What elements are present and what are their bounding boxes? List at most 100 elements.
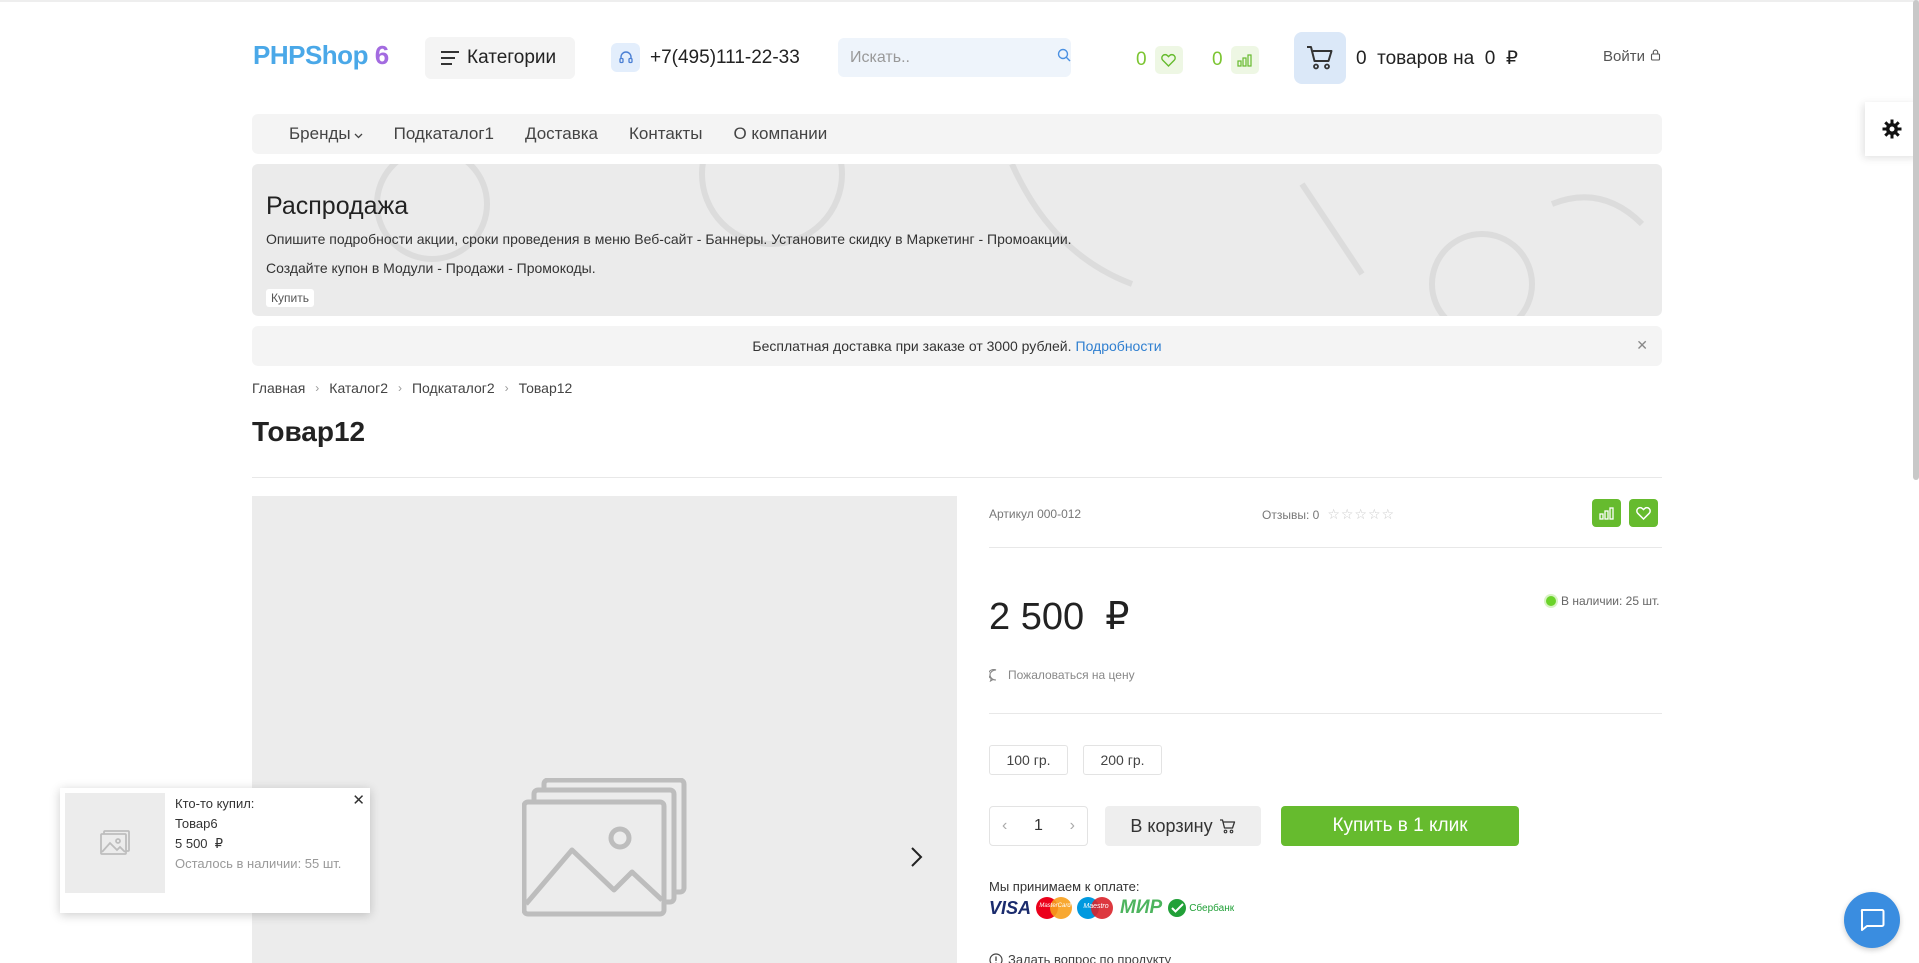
ask-question-label: Задать вопрос по продукту — [1008, 952, 1172, 963]
popup-heading: Кто-то купил: — [175, 796, 255, 811]
buy-one-click-button[interactable]: Купить в 1 клик — [1281, 806, 1519, 846]
reviews-count: Отзывы: 0 — [1262, 507, 1320, 522]
phone-number: +7(495)111-22-33 — [650, 46, 800, 68]
nav-item-subcatalog1[interactable]: Подкаталог1 — [394, 124, 494, 144]
nav-item-contacts[interactable]: Контакты — [629, 124, 702, 144]
top-border — [0, 0, 1919, 2]
stock-status: В наличии: 25 шт. — [1546, 594, 1659, 608]
cart-widget[interactable]: 0 товаров на 0 ₽ — [1294, 32, 1518, 84]
complain-price-link[interactable]: Пожаловаться на цену — [989, 668, 1135, 682]
page-scrollbar[interactable] — [1913, 0, 1919, 480]
payment-label: Мы принимаем к оплате: — [989, 879, 1140, 894]
decrease-button[interactable]: ‹ — [1002, 817, 1007, 835]
breadcrumb-item-subcatalog2[interactable]: Подкаталог2 — [412, 380, 495, 396]
recent-purchase-popup: Кто-то купил: Товар6 5 500 ₽ Осталось в … — [60, 788, 370, 913]
nav-item-about[interactable]: О компании — [733, 124, 827, 144]
login-label: Войти — [1603, 48, 1645, 65]
heart-icon — [1154, 46, 1183, 74]
banner-text-2: Создайте купон в Модули - Продажи - Пром… — [266, 260, 596, 276]
increase-button[interactable]: › — [1070, 817, 1075, 835]
quantity-stepper: ‹ 1 › — [989, 806, 1088, 846]
lock-icon — [1650, 48, 1661, 65]
add-to-cart-label: В корзину — [1130, 815, 1213, 836]
breadcrumb-item-home[interactable]: Главная — [252, 380, 305, 396]
compare-counter[interactable]: 0 — [1212, 46, 1259, 74]
page-title: Товар12 — [252, 416, 366, 447]
chevron-right-icon: › — [397, 381, 402, 395]
popup-product-name[interactable]: Товар6 — [175, 814, 345, 834]
sberbank-logo: Сбербанк — [1167, 898, 1234, 918]
breadcrumb-item-current: Товар12 — [518, 380, 573, 396]
nav-item-delivery[interactable]: Доставка — [525, 124, 598, 144]
search-box — [838, 38, 1071, 77]
wishlist-button[interactable] — [1629, 499, 1658, 527]
ask-question-link[interactable]: Задать вопрос по продукту — [989, 952, 1171, 963]
compare-button[interactable] — [1592, 499, 1621, 527]
stock-text: В наличии: 25 шт. — [1561, 594, 1660, 608]
chevron-right-icon: › — [504, 381, 509, 395]
chat-button[interactable] — [1844, 892, 1900, 948]
image-placeholder-icon — [100, 830, 130, 855]
delivery-details-link[interactable]: Подробности — [1076, 338, 1162, 354]
sberbank-icon — [1168, 899, 1187, 917]
chart-icon — [1599, 507, 1614, 520]
main-nav: Бренды Подкаталог1 Доставка Контакты О к… — [252, 114, 1662, 154]
maestro-logo: Maestro — [1077, 897, 1115, 919]
add-to-cart-button[interactable]: В корзину — [1105, 806, 1261, 846]
headset-icon — [611, 43, 640, 72]
banner-buy-button[interactable]: Купить — [266, 289, 314, 307]
settings-tab[interactable] — [1865, 102, 1919, 156]
popup-stock: Осталось в наличии: 55 шт. — [175, 856, 342, 871]
menu-icon — [441, 51, 459, 65]
complain-label: Пожаловаться на цену — [1008, 668, 1135, 682]
wishlist-count: 0 — [1136, 49, 1147, 70]
popup-product-thumbnail[interactable] — [65, 793, 165, 893]
nav-item-brands[interactable]: Бренды — [289, 124, 363, 144]
image-placeholder-icon — [522, 778, 687, 917]
speech-bubble-icon — [989, 668, 997, 682]
compare-count: 0 — [1212, 49, 1223, 70]
chat-icon — [1860, 909, 1885, 931]
delivery-text: Бесплатная доставка при заказе от 3000 р… — [752, 338, 1072, 354]
chevron-down-icon — [354, 124, 363, 144]
banner-title: Распродажа — [266, 192, 409, 220]
search-icon[interactable] — [1057, 48, 1071, 67]
popup-product-price: 5 500 ₽ — [175, 836, 224, 851]
option-100g[interactable]: 100 гр. — [989, 745, 1068, 775]
chevron-right-icon — [911, 847, 923, 867]
stock-indicator-icon — [1546, 596, 1556, 606]
breadcrumb-item-catalog2[interactable]: Каталог2 — [329, 380, 388, 396]
mir-logo: МИР — [1120, 897, 1163, 918]
phone-link[interactable]: +7(495)111-22-33 — [611, 43, 800, 72]
delivery-notice: Бесплатная доставка при заказе от 3000 р… — [252, 326, 1662, 366]
categories-button[interactable]: Категории — [425, 37, 575, 79]
chart-icon — [1230, 46, 1259, 74]
gallery-next-button[interactable] — [910, 846, 924, 873]
heart-icon — [1636, 506, 1651, 520]
close-icon[interactable]: ✕ — [352, 791, 365, 809]
promo-banner: Распродажа Опишите подробности акции, ср… — [252, 164, 1662, 316]
product-price: 2 500 ₽ — [989, 596, 1130, 638]
visa-logo: VISA — [989, 897, 1032, 918]
login-link[interactable]: Войти — [1603, 48, 1661, 65]
popup-text: Кто-то купил: Товар6 5 500 ₽ Осталось в … — [175, 794, 345, 874]
close-icon[interactable]: ✕ — [1636, 337, 1648, 354]
info-icon — [989, 952, 1003, 963]
logo-version: 6 — [374, 40, 389, 70]
logo[interactable]: PHPShop 6 — [253, 40, 389, 71]
search-input[interactable] — [850, 48, 1057, 67]
cart-icon — [1219, 818, 1235, 833]
divider — [989, 713, 1662, 714]
rating-stars: ☆☆☆☆☆ — [1327, 506, 1396, 522]
quantity-value[interactable]: 1 — [1034, 817, 1043, 835]
cart-summary: 0 товаров на 0 ₽ — [1356, 47, 1518, 69]
chevron-right-icon: › — [315, 381, 320, 395]
product-reviews[interactable]: Отзывы: 0 ☆☆☆☆☆ — [1262, 506, 1395, 523]
payment-logos: VISA MasterCard Maestro МИР Сбербанк — [989, 897, 1234, 919]
mastercard-logo: MasterCard — [1036, 897, 1074, 919]
cart-icon — [1294, 32, 1346, 84]
wishlist-counter[interactable]: 0 — [1136, 46, 1183, 74]
categories-label: Категории — [467, 47, 557, 68]
banner-text-1: Опишите подробности акции, сроки проведе… — [266, 231, 1072, 247]
option-200g[interactable]: 200 гр. — [1083, 745, 1162, 775]
